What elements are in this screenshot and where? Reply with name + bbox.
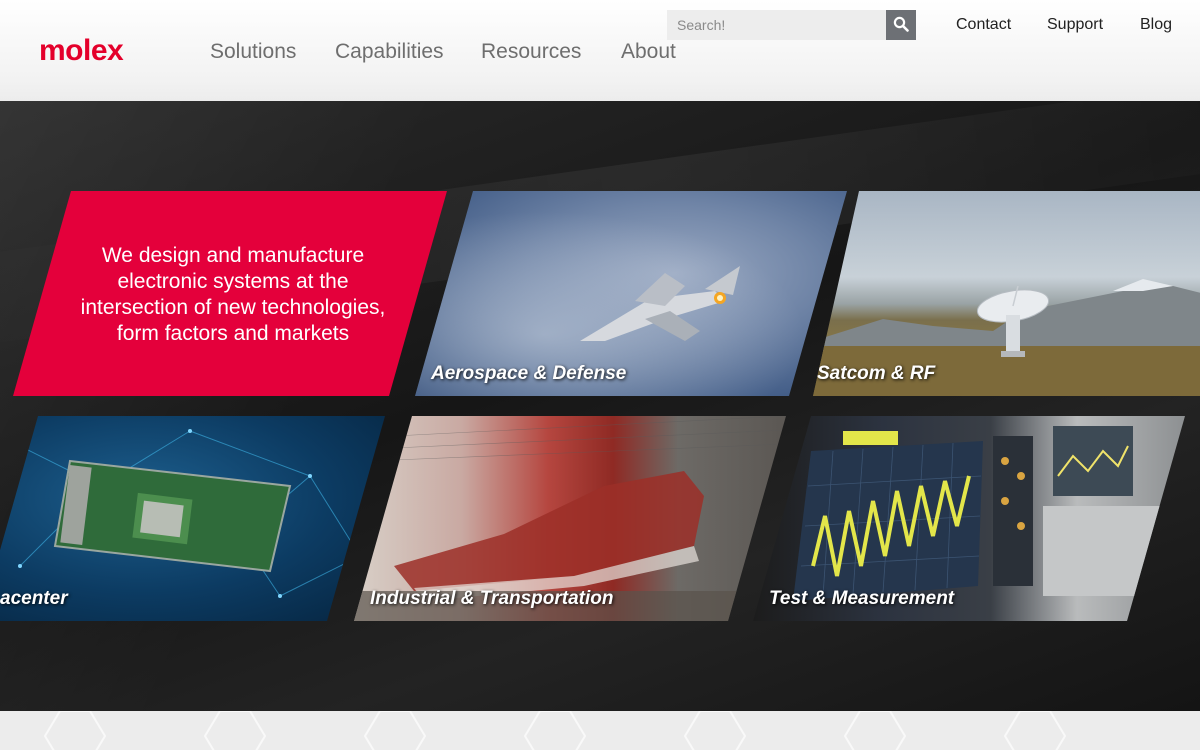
nav-blog[interactable]: Blog [1140,16,1172,34]
nav-about[interactable]: About [621,40,676,64]
search-input[interactable] [667,10,886,40]
nav-solutions[interactable]: Solutions [210,40,296,64]
nav-contact[interactable]: Contact [956,16,1011,34]
hexagon-pattern [43,711,1067,750]
molex-logo[interactable]: molex [39,34,124,68]
tile-label: Aerospace & Defense [431,363,627,384]
search-icon [893,16,909,35]
tile-label: acenter [0,588,68,609]
search-button[interactable] [886,10,916,40]
tile-satcom-rf[interactable]: Satcom & RF [813,191,1200,396]
search-form [667,10,916,40]
nav-resources[interactable]: Resources [481,40,581,64]
tile-aerospace-defense[interactable]: Aerospace & Defense [415,191,847,396]
nav-support[interactable]: Support [1047,16,1103,34]
tile-datacenter[interactable]: acenter [0,416,385,621]
nav-capabilities[interactable]: Capabilities [335,40,444,64]
hero-tagline-panel: We design and manufacture electronic sys… [13,191,447,396]
tile-label: Test & Measurement [769,588,955,609]
site-header: molex Solutions Capabilities Resources A… [0,0,1200,101]
tile-label: Industrial & Transportation [370,588,614,609]
tile-label: Satcom & RF [817,363,936,384]
hero-section: We design and manufacture electronic sys… [0,101,1200,711]
tile-test-measurement[interactable]: Test & Measurement [753,416,1185,621]
lower-section-background [0,711,1200,750]
hero-tagline: We design and manufacture electronic sys… [80,244,386,345]
tile-industrial-transportation[interactable]: Industrial & Transportation [354,416,786,621]
